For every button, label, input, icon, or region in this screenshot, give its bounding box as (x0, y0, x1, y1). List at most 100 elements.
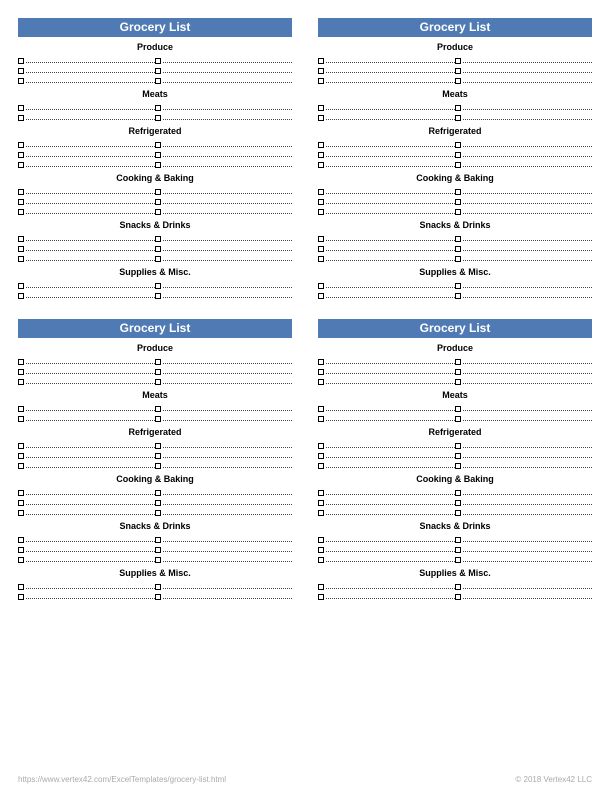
checkbox[interactable] (18, 379, 24, 385)
write-line (163, 363, 292, 364)
checkbox[interactable] (455, 510, 461, 516)
section-rows (318, 439, 592, 469)
list-cell (318, 54, 455, 64)
list-row (318, 289, 592, 299)
checkbox[interactable] (18, 594, 24, 600)
checkbox[interactable] (455, 594, 461, 600)
checkbox[interactable] (455, 78, 461, 84)
section-title: Meats (318, 89, 592, 99)
write-line (163, 109, 292, 110)
write-line (26, 193, 155, 194)
section-rows (18, 486, 292, 516)
list-cell (318, 412, 455, 422)
checkbox[interactable] (18, 78, 24, 84)
list-row (318, 101, 592, 111)
checkbox[interactable] (18, 463, 24, 469)
write-line (463, 156, 592, 157)
list-row (318, 459, 592, 469)
checkbox[interactable] (455, 162, 461, 168)
list-cell (18, 590, 155, 600)
grocery-list-card: Grocery ListProduceMeatsRefrigeratedCook… (318, 319, 592, 600)
write-line (326, 383, 455, 384)
checkbox[interactable] (155, 416, 161, 422)
list-cell (18, 252, 155, 262)
checkbox[interactable] (155, 463, 161, 469)
checkbox[interactable] (155, 78, 161, 84)
section-title: Produce (18, 42, 292, 52)
checkbox[interactable] (318, 256, 324, 262)
checkbox[interactable] (155, 379, 161, 385)
write-line (463, 420, 592, 421)
checkbox[interactable] (155, 115, 161, 121)
section-rows (318, 486, 592, 516)
list-row (18, 459, 292, 469)
checkbox[interactable] (155, 209, 161, 215)
checkbox[interactable] (455, 293, 461, 299)
list-cell (318, 195, 455, 205)
checkbox[interactable] (318, 293, 324, 299)
checkbox[interactable] (318, 115, 324, 121)
checkbox[interactable] (318, 162, 324, 168)
grocery-list-card: Grocery ListProduceMeatsRefrigeratedCook… (18, 319, 292, 600)
list-row (18, 496, 292, 506)
checkbox[interactable] (455, 416, 461, 422)
section-title: Cooking & Baking (318, 474, 592, 484)
write-line (26, 363, 155, 364)
list-row (18, 375, 292, 385)
write-line (326, 260, 455, 261)
list-cell (155, 54, 292, 64)
checkbox[interactable] (455, 209, 461, 215)
write-line (26, 373, 155, 374)
write-line (26, 72, 155, 73)
list-cell (155, 252, 292, 262)
checkbox[interactable] (18, 293, 24, 299)
checkbox[interactable] (18, 256, 24, 262)
write-line (326, 156, 455, 157)
checkbox[interactable] (18, 557, 24, 563)
checkbox[interactable] (155, 162, 161, 168)
list-row (318, 185, 592, 195)
checkbox[interactable] (155, 510, 161, 516)
checkbox[interactable] (318, 379, 324, 385)
list-cell (155, 138, 292, 148)
checkbox[interactable] (18, 416, 24, 422)
list-cell (155, 449, 292, 459)
checkbox[interactable] (318, 557, 324, 563)
list-cell (18, 64, 155, 74)
write-line (163, 561, 292, 562)
write-line (463, 287, 592, 288)
checkbox[interactable] (318, 416, 324, 422)
checkbox[interactable] (318, 594, 324, 600)
checkbox[interactable] (455, 557, 461, 563)
section-title: Snacks & Drinks (18, 521, 292, 531)
checkbox[interactable] (155, 256, 161, 262)
list-cell (18, 158, 155, 168)
checkbox[interactable] (318, 78, 324, 84)
write-line (163, 383, 292, 384)
checkbox[interactable] (18, 209, 24, 215)
checkbox[interactable] (318, 510, 324, 516)
checkbox[interactable] (318, 463, 324, 469)
section-rows (18, 533, 292, 563)
write-line (326, 166, 455, 167)
checkbox[interactable] (18, 162, 24, 168)
list-cell (455, 74, 592, 84)
checkbox[interactable] (455, 379, 461, 385)
checkbox[interactable] (455, 115, 461, 121)
checkbox[interactable] (155, 293, 161, 299)
list-cell (18, 355, 155, 365)
section-rows (18, 54, 292, 84)
section-rows (318, 533, 592, 563)
section-title: Supplies & Misc. (318, 568, 592, 578)
checkbox[interactable] (155, 594, 161, 600)
checkbox[interactable] (455, 463, 461, 469)
list-cell (18, 232, 155, 242)
checkbox[interactable] (455, 256, 461, 262)
checkbox[interactable] (318, 209, 324, 215)
checkbox[interactable] (18, 115, 24, 121)
write-line (463, 166, 592, 167)
checkbox[interactable] (155, 557, 161, 563)
section-rows (18, 279, 292, 299)
list-cell (318, 74, 455, 84)
checkbox[interactable] (18, 510, 24, 516)
